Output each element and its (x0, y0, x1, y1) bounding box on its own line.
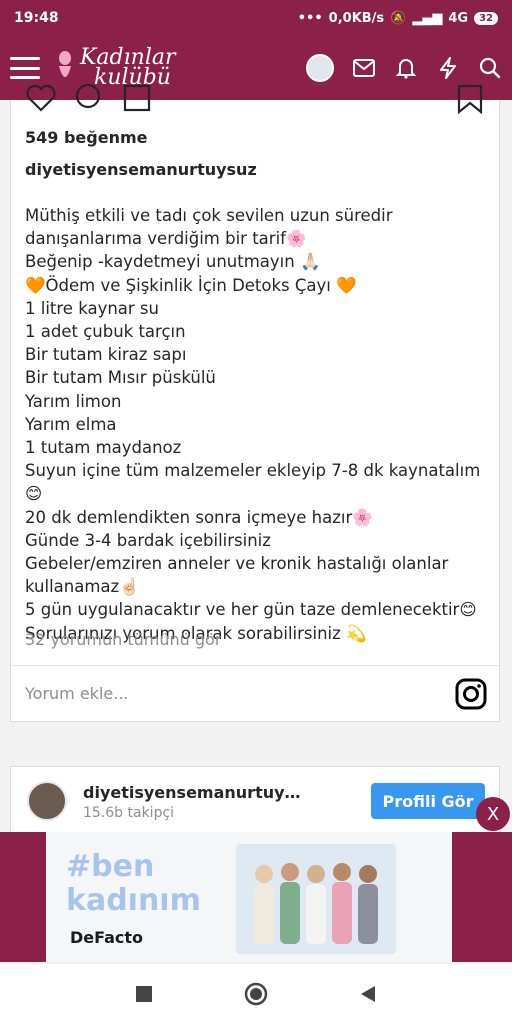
comment-icon[interactable] (73, 84, 103, 112)
home-circle-icon[interactable] (243, 981, 269, 1007)
comment-input[interactable]: Yorum ekle... (25, 684, 128, 703)
divider (11, 665, 499, 666)
profile-followers: 15.6b takipçi (83, 805, 175, 821)
logo-figure-icon (59, 51, 71, 77)
status-icons: ••• 0,0KB/s 🔕 ▂▄▆ 4G 32 (298, 11, 498, 26)
bookmark-icon[interactable] (457, 84, 483, 114)
lightning-icon[interactable] (436, 56, 460, 80)
ad-tag-line1: #ben (66, 849, 155, 884)
user-avatar[interactable] (306, 54, 334, 82)
view-all-comments-link[interactable]: 32 yorumun tümünü gör (25, 630, 221, 649)
view-profile-button[interactable]: Profili Gör (371, 783, 485, 819)
header-icons (306, 54, 502, 82)
battery-indicator: 32 (474, 11, 498, 25)
profile-name[interactable]: diyetisyensemanurtuy… (83, 783, 301, 802)
mail-icon[interactable] (352, 56, 376, 80)
close-ad-button[interactable]: X (476, 797, 510, 831)
signal-icon: ▂▄▆ (412, 10, 443, 26)
post-caption: Müthiş etkili ve tadı çok sevilen uzun s… (25, 206, 481, 643)
instagram-post-card: 549 beğenme diyetisyensemanurtuysuz Müth… (10, 84, 500, 722)
status-time: 19:48 (14, 10, 59, 26)
like-count[interactable]: 549 beğenme (25, 128, 148, 147)
post-actions (25, 84, 485, 114)
menu-icon[interactable] (10, 57, 40, 79)
site-logo[interactable]: Kadınlar kulübü (54, 47, 176, 89)
ad-tag-line2: kadınım (66, 883, 201, 918)
heart-icon[interactable] (25, 84, 57, 112)
system-nav-bar (0, 964, 512, 1024)
mute-bell-icon: 🔕 (390, 10, 407, 26)
network-speed: 0,0KB/s (328, 10, 385, 26)
recents-square-icon[interactable] (131, 981, 157, 1007)
ad-banner[interactable]: #ben kadınım DeFacto (46, 832, 452, 962)
instagram-icon[interactable] (455, 678, 487, 710)
post-username[interactable]: diyetisyensemanurtuysuz (25, 160, 257, 179)
status-bar: 19:48 ••• 0,0KB/s 🔕 ▂▄▆ 4G 32 (0, 0, 512, 36)
search-icon[interactable] (478, 56, 502, 80)
bell-icon[interactable] (394, 56, 418, 80)
ad-photo (236, 844, 396, 954)
share-icon[interactable] (123, 84, 151, 112)
network-type: 4G (448, 10, 469, 26)
ad-brand: DeFacto (70, 928, 144, 947)
back-triangle-icon[interactable] (355, 981, 381, 1007)
more-dots-icon: ••• (297, 10, 323, 26)
profile-avatar[interactable] (27, 781, 67, 821)
